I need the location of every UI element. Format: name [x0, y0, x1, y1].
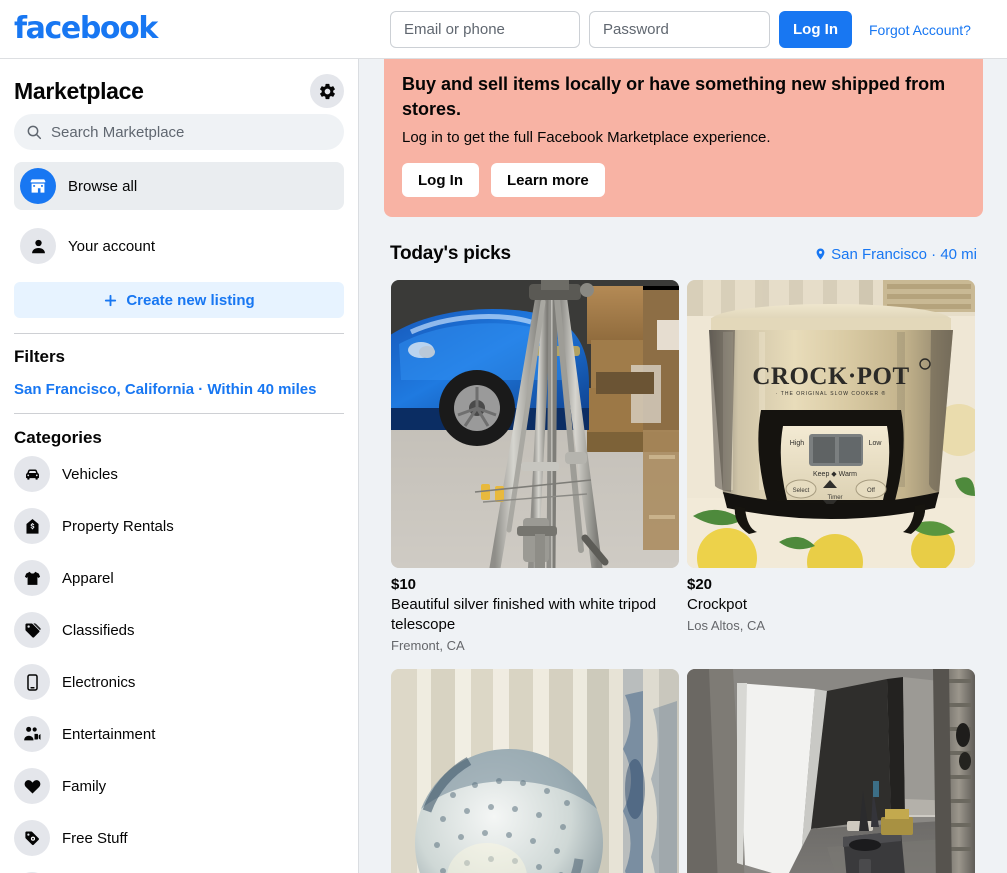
phone-icon	[14, 664, 50, 700]
settings-button[interactable]	[310, 74, 344, 108]
tshirt-icon	[14, 560, 50, 596]
price-tag-icon	[14, 820, 50, 856]
email-field[interactable]	[390, 11, 580, 48]
category-label: Free Stuff	[62, 829, 128, 847]
banner-login-button[interactable]: Log In	[402, 163, 479, 197]
create-new-listing-label: Create new listing	[126, 291, 255, 309]
category-label: Entertainment	[62, 725, 156, 743]
listing-location: Los Altos, CA	[687, 618, 766, 633]
create-new-listing-button[interactable]: Create new listing	[14, 282, 344, 318]
facebook-logo[interactable]: facebook	[14, 14, 158, 44]
login-promo-banner: Buy and sell items locally or have somet…	[384, 59, 983, 217]
page-title: Marketplace	[14, 77, 144, 104]
house-dollar-icon	[14, 508, 50, 544]
sidebar-item-apparel[interactable]: Apparel	[14, 552, 344, 604]
listing-image-disco-ball[interactable]	[391, 669, 679, 873]
location-filter-label: San Francisco · 40 mi	[831, 245, 977, 263]
top-navigation-bar: facebook Log In Forgot Account?	[0, 0, 1007, 59]
listing-image-dark-doorway[interactable]	[687, 669, 975, 873]
sidebar-item-family[interactable]: Family	[14, 760, 344, 812]
sidebar-item-classifieds[interactable]: Classifieds	[14, 604, 344, 656]
svg-text:· THE ORIGINAL SLOW COOKER ®: · THE ORIGINAL SLOW COOKER ®	[776, 390, 886, 397]
sidebar-item-label: Your account	[68, 237, 156, 255]
tag-icon	[14, 612, 50, 648]
category-label: Apparel	[62, 569, 114, 587]
sidebar-item-entertainment[interactable]: Entertainment	[14, 708, 344, 760]
listing-image-crockpot[interactable]: CROCK·POT · THE ORIGINAL SLOW COOKER ® H…	[687, 280, 975, 568]
category-label: Property Rentals	[62, 517, 174, 535]
listing-card[interactable]: $10 Beautiful silver finished with white…	[391, 280, 679, 653]
sidebar-item-label: Browse all	[68, 177, 138, 195]
sidebar-divider-2	[14, 413, 344, 414]
listing-location: Fremont, CA	[391, 638, 465, 653]
forgot-account-link[interactable]: Forgot Account?	[869, 22, 971, 38]
svg-text:Low: Low	[869, 440, 883, 447]
svg-text:Off: Off	[867, 488, 875, 494]
listing-image-tripod-telescope[interactable]	[391, 280, 679, 568]
category-label: Vehicles	[62, 465, 118, 483]
sidebar-item-free-stuff[interactable]: Free Stuff	[14, 812, 344, 864]
sidebar-item-your-account[interactable]: Your account	[14, 222, 344, 270]
password-field[interactable]	[589, 11, 770, 48]
heart-icon	[14, 768, 50, 804]
listing-price: $10	[391, 576, 417, 593]
todays-picks-title: Today's picks	[390, 243, 511, 264]
plus-icon	[103, 293, 118, 308]
sidebar-item-browse-all[interactable]: Browse all	[14, 162, 344, 210]
login-button[interactable]: Log In	[779, 11, 852, 48]
svg-text:Keep ◆ Warm: Keep ◆ Warm	[813, 471, 857, 478]
listing-card[interactable]: CROCK·POT · THE ORIGINAL SLOW COOKER ® H…	[687, 280, 975, 653]
location-filter-link[interactable]: San Francisco · 40 mi	[814, 246, 977, 263]
sidebar-divider-1	[14, 333, 344, 334]
category-label: Classifieds	[62, 621, 135, 639]
marketplace-main-content: Buy and sell items locally or have somet…	[360, 59, 1007, 873]
car-icon	[14, 456, 50, 492]
listing-card[interactable]	[391, 669, 679, 873]
svg-text:High: High	[790, 440, 805, 447]
listing-title: Beautiful silver finished with white tri…	[391, 596, 657, 633]
banner-actions: Log In Learn more	[402, 163, 965, 197]
categories-heading: Categories	[14, 428, 102, 447]
search-icon	[26, 124, 42, 140]
banner-learn-more-button[interactable]: Learn more	[491, 163, 605, 197]
location-pin-icon	[814, 246, 827, 262]
login-form: Log In Forgot Account?	[390, 11, 971, 48]
marketplace-sidebar: Marketplace Browse all	[0, 59, 359, 873]
category-label: Electronics	[62, 673, 136, 691]
sidebar-item-partial-next[interactable]	[14, 864, 344, 873]
search-input[interactable]	[51, 123, 332, 141]
sidebar-item-vehicles[interactable]: Vehicles	[14, 448, 344, 500]
listing-price: $20	[687, 576, 713, 593]
svg-text:Select: Select	[793, 488, 810, 494]
search-bar[interactable]	[14, 114, 344, 150]
listings-grid: $10 Beautiful silver finished with white…	[391, 280, 977, 873]
banner-subtitle: Log in to get the full Facebook Marketpl…	[402, 129, 771, 146]
video-people-icon	[14, 716, 50, 752]
svg-text:Timer: Timer	[827, 495, 842, 501]
listing-title: Crockpot	[687, 596, 748, 613]
listing-card[interactable]	[687, 669, 975, 873]
sidebar-item-electronics[interactable]: Electronics	[14, 656, 344, 708]
category-label: Family	[62, 777, 107, 795]
storefront-icon	[20, 168, 56, 204]
sidebar-item-property-rentals[interactable]: Property Rentals	[14, 500, 344, 552]
filters-heading: Filters	[14, 347, 66, 366]
sidebar-header: Marketplace	[14, 59, 344, 113]
banner-title: Buy and sell items locally or have somet…	[402, 74, 946, 119]
svg-text:CROCK·POT: CROCK·POT	[752, 363, 909, 390]
person-icon	[20, 228, 56, 264]
gear-icon	[318, 82, 337, 101]
todays-picks-header: Today's picks San Francisco · 40 mi	[390, 243, 977, 265]
filter-location-link[interactable]: San Francisco, California · Within 40 mi…	[14, 381, 344, 398]
